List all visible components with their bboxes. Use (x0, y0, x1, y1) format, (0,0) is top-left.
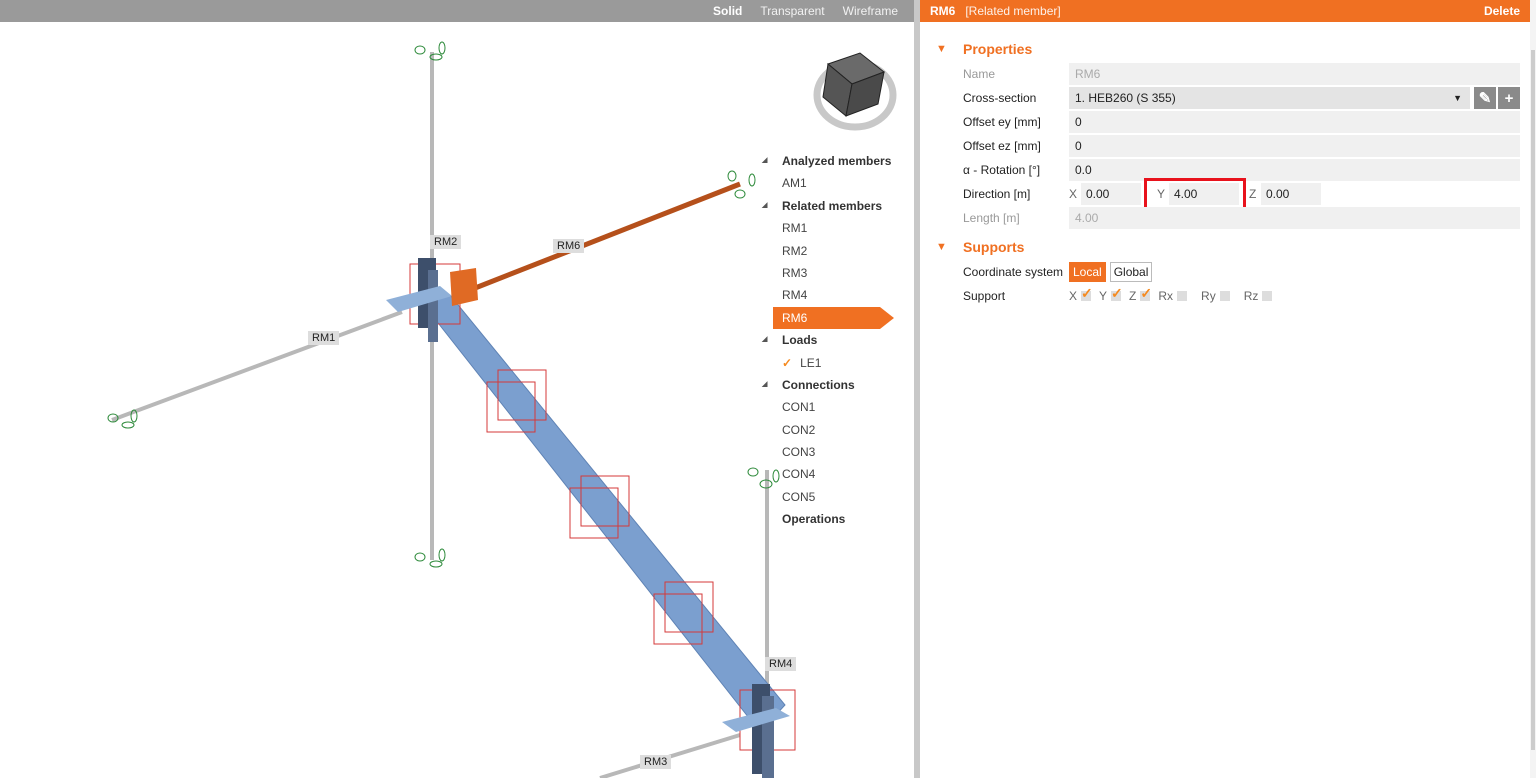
offset-ey-label: Offset ey [mm] (963, 115, 1041, 129)
cross-section-label: Cross-section (963, 91, 1037, 105)
highlight-box: Y 4.00 (1144, 178, 1246, 210)
delete-button[interactable]: Delete (1484, 4, 1520, 18)
model-tree: Analyzed members AM1 Related members RM1… (760, 150, 900, 531)
tree-item-le1[interactable]: ✓ LE1 (760, 352, 900, 374)
3d-viewport[interactable]: Solid Transparent Wireframe RM2 RM6 RM1 … (0, 0, 914, 778)
support-label: Support (963, 289, 1006, 303)
support-rz-checkbox[interactable]: Rz (1244, 289, 1273, 303)
tree-item-rm4[interactable]: RM4 (760, 284, 900, 306)
collapse-triangle-icon[interactable]: ▼ (936, 241, 963, 253)
scrollbar[interactable] (1530, 0, 1536, 778)
mode-transparent[interactable]: Transparent (760, 4, 824, 18)
support-ry-checkbox[interactable]: Ry (1201, 289, 1230, 303)
edit-pencil-icon[interactable]: ✎ (1474, 87, 1496, 109)
dir-y-label: Y (1157, 187, 1166, 201)
label-rm3: RM3 (640, 755, 672, 769)
tree-item-rm6-selected[interactable]: RM6 (773, 306, 894, 330)
local-button[interactable]: Local (1069, 262, 1106, 282)
offset-ez-input[interactable]: 0 (1069, 135, 1520, 157)
cross-section-select[interactable]: 1. HEB260 (S 355) ▼ (1069, 87, 1470, 109)
properties-section[interactable]: ▼ Properties (920, 36, 1530, 62)
view-cube[interactable] (813, 52, 897, 131)
tree-item-con4[interactable]: CON4 (760, 463, 900, 485)
supports-section[interactable]: ▼ Supports (920, 234, 1530, 260)
dropdown-arrow-icon: ▼ (1453, 93, 1462, 103)
checkbox-checked-icon[interactable] (1081, 285, 1093, 302)
checkbox-unchecked-icon[interactable] (1262, 291, 1273, 301)
tree-item-rm1[interactable]: RM1 (760, 217, 900, 239)
offset-ez-label: Offset ez [mm] (963, 139, 1041, 153)
tree-item-rm3[interactable]: RM3 (760, 262, 900, 284)
checkbox-checked-icon[interactable] (1111, 285, 1123, 302)
tree-item-con1[interactable]: CON1 (760, 396, 900, 418)
tree-item-con2[interactable]: CON2 (760, 419, 900, 441)
checkbox-unchecked-icon[interactable] (1219, 291, 1230, 301)
dof-label: Rx (1158, 289, 1174, 303)
properties-heading: Properties (963, 41, 1033, 57)
rotation-input[interactable]: 0.0 (1069, 159, 1520, 181)
tree-header-related[interactable]: Related members (760, 195, 900, 218)
scrollbar-thumb[interactable] (1531, 50, 1535, 750)
support-x-checkbox[interactable]: X (1069, 285, 1093, 303)
tree-item-am1[interactable]: AM1 (760, 172, 900, 194)
add-plus-icon[interactable]: + (1498, 87, 1520, 109)
direction-z-input[interactable]: 0.00 (1261, 183, 1321, 205)
member-type: [Related member] (965, 4, 1061, 18)
dir-x-label: X (1069, 187, 1078, 201)
cross-section-value: 1. HEB260 (S 355) (1075, 91, 1176, 105)
length-label: Length [m] (963, 211, 1020, 225)
support-rx-checkbox[interactable]: Rx (1158, 289, 1188, 303)
checkbox-checked-icon[interactable] (1140, 285, 1152, 302)
member-rm6 (464, 181, 741, 295)
panel-header: RM6 [Related member] Delete (920, 0, 1530, 22)
view-mode-bar: Solid Transparent Wireframe (0, 0, 914, 22)
tree-header-connections[interactable]: Connections (760, 374, 900, 397)
dof-label: X (1069, 289, 1078, 303)
label-rm2: RM2 (430, 235, 462, 249)
dof-label: Z (1129, 289, 1137, 303)
rotation-label: α - Rotation [°] (963, 163, 1041, 177)
properties-panel: RM6 [Related member] Delete ▼ Properties … (920, 0, 1530, 778)
coord-system-label: Coordinate system (963, 265, 1064, 279)
tree-header-analyzed[interactable]: Analyzed members (760, 150, 900, 173)
global-button[interactable]: Global (1109, 262, 1153, 282)
dof-label: Y (1099, 289, 1108, 303)
dof-label: Ry (1201, 289, 1216, 303)
direction-label: Direction [m] (963, 187, 1031, 201)
member-rm1 (111, 310, 403, 422)
name-label: Name (963, 67, 996, 81)
tree-item-con5[interactable]: CON5 (760, 486, 900, 508)
member-title: RM6 (930, 4, 956, 18)
mode-wireframe[interactable]: Wireframe (843, 4, 898, 18)
checkbox-checked-icon[interactable]: ✓ (782, 356, 792, 370)
le1-label: LE1 (800, 355, 822, 370)
support-z-checkbox[interactable]: Z (1129, 285, 1152, 303)
name-field: RM6 (1069, 63, 1520, 85)
tree-item-con3[interactable]: CON3 (760, 441, 900, 463)
direction-y-input[interactable]: 4.00 (1169, 183, 1239, 205)
mode-solid[interactable]: Solid (713, 4, 742, 18)
support-y-checkbox[interactable]: Y (1099, 285, 1123, 303)
dir-z-label: Z (1249, 187, 1257, 201)
collapse-triangle-icon[interactable]: ▼ (936, 43, 963, 55)
dof-label: Rz (1243, 289, 1259, 303)
label-rm1: RM1 (308, 331, 340, 345)
label-rm6: RM6 (553, 239, 585, 253)
supports-heading: Supports (963, 239, 1025, 255)
length-field: 4.00 (1069, 207, 1520, 229)
label-rm4: RM4 (765, 657, 797, 671)
offset-ey-input[interactable]: 0 (1069, 111, 1520, 133)
analyzed-member-am1 (419, 294, 786, 733)
direction-x-input[interactable]: 0.00 (1081, 183, 1141, 205)
tree-item-operations[interactable]: Operations (760, 508, 900, 530)
checkbox-unchecked-icon[interactable] (1177, 291, 1188, 301)
tree-header-loads[interactable]: Loads (760, 329, 900, 352)
tree-item-rm2[interactable]: RM2 (760, 240, 900, 262)
